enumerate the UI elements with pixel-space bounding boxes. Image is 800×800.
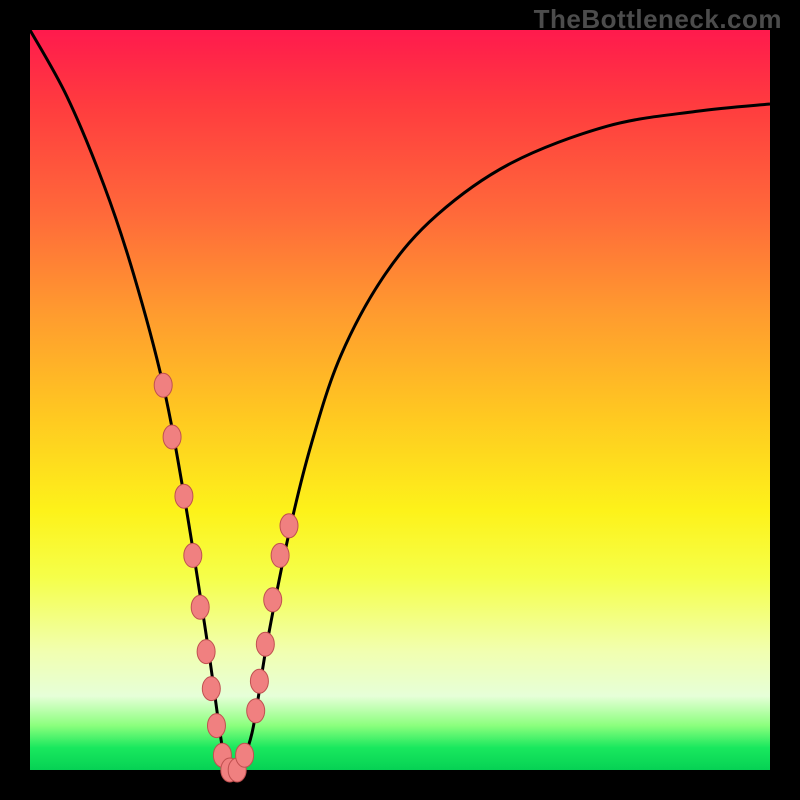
sample-marker — [264, 588, 282, 612]
sample-marker — [250, 669, 268, 693]
sample-marker — [236, 743, 254, 767]
sample-marker — [256, 632, 274, 656]
sample-marker — [163, 425, 181, 449]
sample-markers — [154, 373, 298, 782]
sample-marker — [184, 543, 202, 567]
sample-marker — [154, 373, 172, 397]
plot-area — [30, 30, 770, 770]
sample-marker — [202, 677, 220, 701]
sample-marker — [175, 484, 193, 508]
sample-marker — [207, 714, 225, 738]
curve-svg — [30, 30, 770, 770]
sample-marker — [271, 543, 289, 567]
sample-marker — [197, 640, 215, 664]
sample-marker — [247, 699, 265, 723]
sample-marker — [280, 514, 298, 538]
bottleneck-curve — [30, 30, 770, 774]
sample-marker — [191, 595, 209, 619]
chart-frame: TheBottleneck.com — [0, 0, 800, 800]
